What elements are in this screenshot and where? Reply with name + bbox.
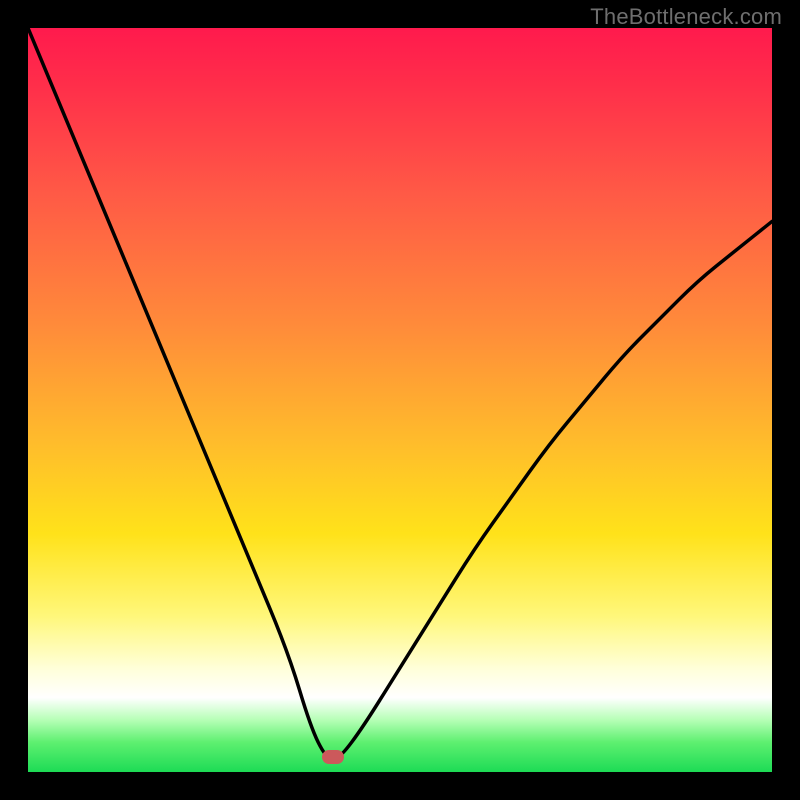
plot-area [28, 28, 772, 772]
watermark-text: TheBottleneck.com [590, 4, 782, 30]
min-marker-icon [322, 750, 344, 764]
curve-path [28, 28, 772, 757]
chart-frame: TheBottleneck.com [0, 0, 800, 800]
curve-svg [28, 28, 772, 772]
